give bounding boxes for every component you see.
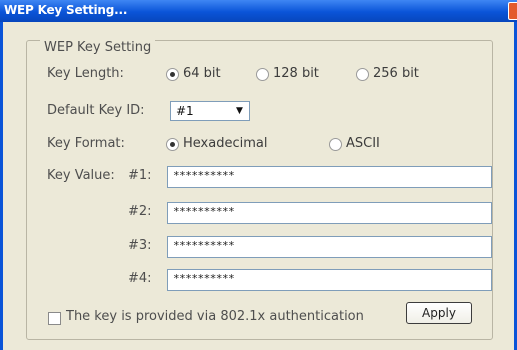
key-4-value: ********** xyxy=(173,272,235,285)
key-1-value: ********** xyxy=(173,169,235,182)
key-3-value: ********** xyxy=(173,239,235,252)
window-title: WEP Key Setting... xyxy=(4,3,128,17)
close-icon[interactable] xyxy=(508,2,517,20)
key-4-input[interactable]: ********** xyxy=(167,269,492,291)
radio-hexadecimal-label: Hexadecimal xyxy=(183,136,268,151)
default-key-id-select[interactable]: #1 ▼ xyxy=(170,101,250,121)
radio-64-bit[interactable] xyxy=(166,68,179,81)
key-1-label: #1: xyxy=(128,168,152,183)
auth-checkbox-label: The key is provided via 802.1x authentic… xyxy=(66,309,364,324)
radio-hexadecimal[interactable] xyxy=(166,138,179,151)
radio-64-bit-label: 64 bit xyxy=(183,66,221,81)
radio-128-bit[interactable] xyxy=(256,68,269,81)
radio-256-bit[interactable] xyxy=(356,68,369,81)
default-key-id-label: Default Key ID: xyxy=(47,103,145,118)
radio-ascii[interactable] xyxy=(329,138,342,151)
radio-ascii-label: ASCII xyxy=(346,136,380,151)
key-value-label: Key Value: xyxy=(47,168,115,183)
key-3-input[interactable]: ********** xyxy=(167,236,492,258)
apply-button[interactable]: Apply xyxy=(406,302,472,324)
wep-key-group xyxy=(26,40,493,340)
radio-256-bit-label: 256 bit xyxy=(373,66,419,81)
group-title: WEP Key Setting xyxy=(40,40,156,55)
key-2-label: #2: xyxy=(128,204,152,219)
key-format-label: Key Format: xyxy=(47,136,125,151)
key-2-value: ********** xyxy=(173,205,235,218)
key-length-label: Key Length: xyxy=(47,66,124,81)
default-key-id-value: #1 xyxy=(176,104,194,118)
title-bar[interactable]: WEP Key Setting... xyxy=(0,0,517,22)
key-3-label: #3: xyxy=(128,238,152,253)
window-border-left xyxy=(0,22,3,350)
auth-checkbox[interactable] xyxy=(48,312,61,325)
radio-128-bit-label: 128 bit xyxy=(273,66,319,81)
chevron-down-icon[interactable]: ▼ xyxy=(231,103,248,119)
key-2-input[interactable]: ********** xyxy=(167,202,492,224)
key-4-label: #4: xyxy=(128,271,152,286)
key-1-input[interactable]: ********** xyxy=(167,166,492,188)
